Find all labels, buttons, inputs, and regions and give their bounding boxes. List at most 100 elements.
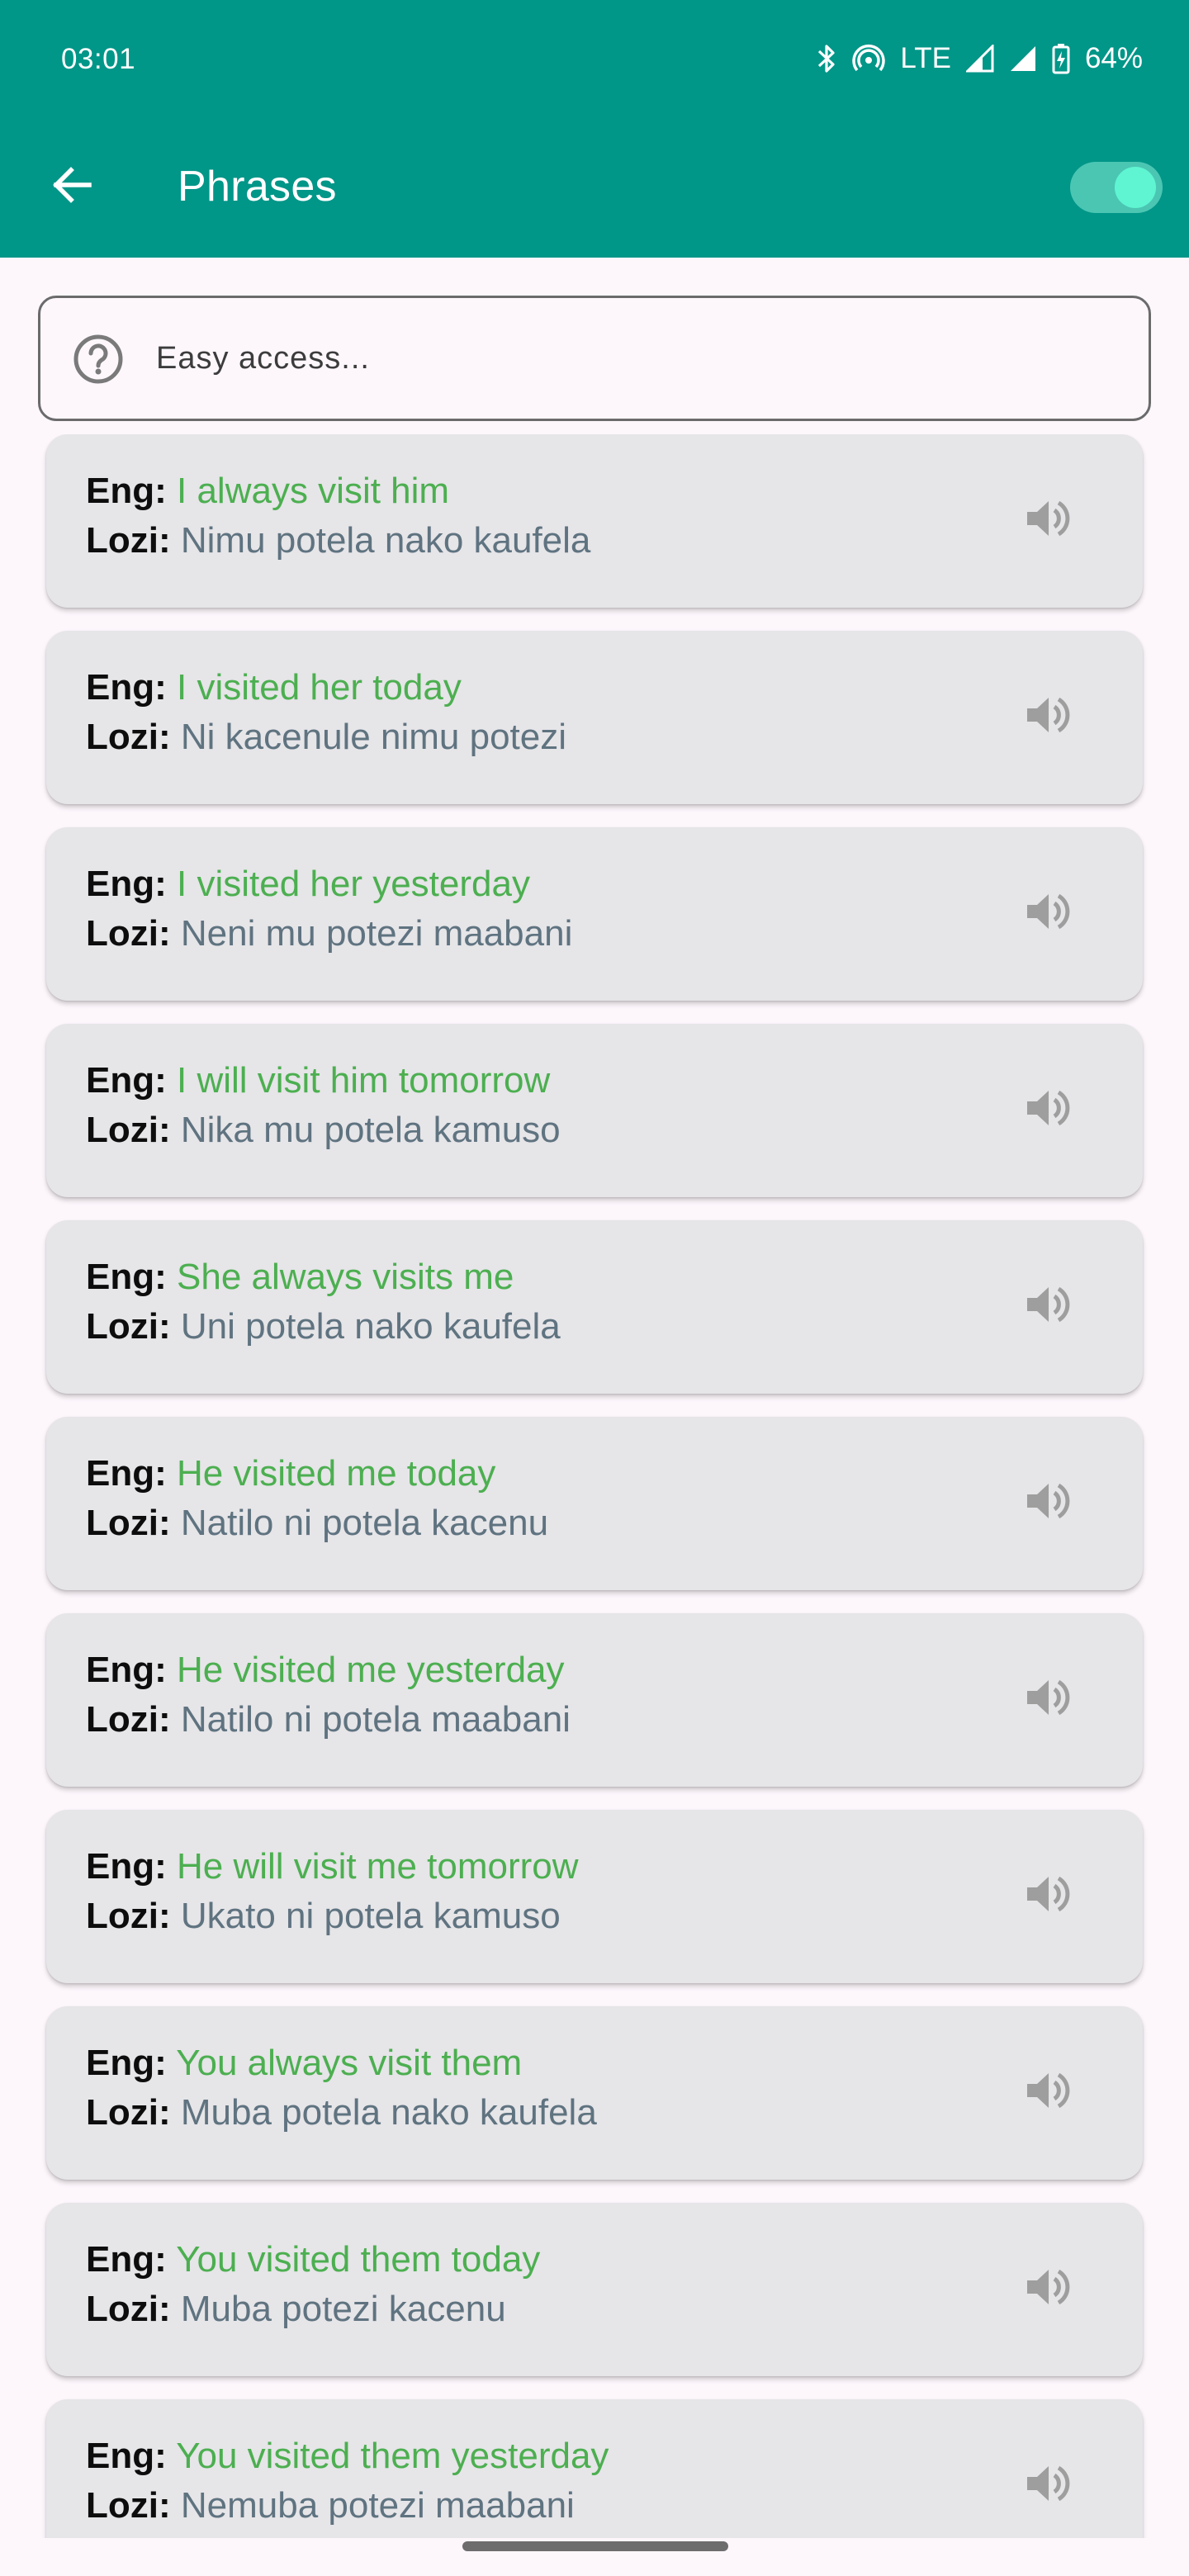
phrase-card[interactable]: Eng: You visited them yesterday Lozi: Nem… bbox=[46, 2399, 1143, 2538]
lozi-phrase: Natilo ni potela kacenu bbox=[180, 1503, 549, 1543]
play-audio-button[interactable] bbox=[1017, 2062, 1077, 2122]
play-audio-button[interactable] bbox=[1017, 490, 1077, 550]
english-phrase: I will visit him tomorrow bbox=[177, 1060, 551, 1101]
english-phrase: I visited her today bbox=[177, 667, 462, 708]
phrase-card[interactable]: Eng: He will visit me tomorrow Lozi: Ukat… bbox=[46, 1810, 1143, 1983]
speaker-icon bbox=[1021, 1278, 1073, 1335]
english-line: Eng: You visited them yesterday bbox=[86, 2436, 609, 2477]
lozi-label: Lozi: bbox=[86, 1699, 171, 1740]
play-audio-button[interactable] bbox=[1017, 1669, 1077, 1729]
lozi-label: Lozi: bbox=[86, 1896, 171, 1936]
phrase-card[interactable]: Eng: She always visits me Lozi: Uni potel… bbox=[46, 1220, 1143, 1394]
english-phrase: You visited them today bbox=[176, 2239, 541, 2280]
play-audio-button[interactable] bbox=[1017, 1080, 1077, 1139]
lozi-phrase: Ukato ni potela kamuso bbox=[180, 1896, 561, 1936]
speaker-icon bbox=[1021, 1868, 1073, 1925]
play-audio-button[interactable] bbox=[1017, 2455, 1077, 2515]
phrase-card[interactable]: Eng: I will visit him tomorrow Lozi: Nika… bbox=[46, 1024, 1143, 1197]
english-phrase: I always visit him bbox=[177, 471, 450, 511]
lozi-phrase: Uni potela nako kaufela bbox=[180, 1306, 561, 1347]
english-line: Eng: He visited me yesterday bbox=[86, 1650, 565, 1691]
eng-label: Eng: bbox=[86, 1257, 167, 1297]
lozi-line: Lozi: Ni kacenule nimu potezi bbox=[86, 717, 566, 758]
eng-label: Eng: bbox=[86, 471, 167, 511]
english-line: Eng: She always visits me bbox=[86, 1257, 514, 1298]
mode-toggle[interactable] bbox=[1070, 162, 1163, 213]
battery-level: 64% bbox=[1084, 42, 1143, 74]
english-line: Eng: He visited me today bbox=[86, 1453, 495, 1494]
play-audio-button[interactable] bbox=[1017, 2259, 1077, 2318]
play-audio-button[interactable] bbox=[1017, 1866, 1077, 1925]
lozi-label: Lozi: bbox=[86, 913, 171, 954]
lozi-line: Lozi: Ukato ni potela kamuso bbox=[86, 1896, 561, 1937]
status-bar: 03:01 LTE 64% bbox=[0, 0, 1189, 119]
app-bar: Phrases bbox=[0, 119, 1189, 258]
speaker-icon bbox=[1021, 1082, 1073, 1139]
lozi-label: Lozi: bbox=[86, 717, 171, 757]
lozi-phrase: Natilo ni potela maabani bbox=[180, 1699, 571, 1740]
speaker-icon bbox=[1021, 885, 1073, 942]
lozi-phrase: Muba potezi kacenu bbox=[180, 2289, 506, 2329]
speaker-icon bbox=[1021, 689, 1073, 746]
lozi-line: Lozi: Muba potela nako kaufela bbox=[86, 2092, 597, 2133]
status-icons: LTE 64% bbox=[816, 38, 1143, 79]
english-phrase: You visited them yesterday bbox=[176, 2436, 609, 2476]
phrase-list[interactable]: Eng: I always visit him Lozi: Nimu potela… bbox=[0, 434, 1189, 2538]
arrow-left-icon bbox=[48, 162, 94, 212]
speaker-icon bbox=[1021, 1475, 1073, 1532]
back-button[interactable] bbox=[35, 150, 107, 223]
eng-label: Eng: bbox=[86, 1453, 167, 1494]
play-audio-button[interactable] bbox=[1017, 687, 1077, 746]
phrase-card[interactable]: Eng: You always visit them Lozi: Muba pot… bbox=[46, 2006, 1143, 2180]
lozi-line: Lozi: Neni mu potezi maabani bbox=[86, 913, 572, 954]
english-phrase: She always visits me bbox=[177, 1257, 514, 1297]
phrase-card[interactable]: Eng: I visited her today Lozi: Ni kacenul… bbox=[46, 631, 1143, 804]
phrase-card[interactable]: Eng: I visited her yesterday Lozi: Neni m… bbox=[46, 827, 1143, 1001]
english-line: Eng: He will visit me tomorrow bbox=[86, 1846, 579, 1887]
battery-charging-icon bbox=[1052, 43, 1070, 74]
play-audio-button[interactable] bbox=[1017, 1276, 1077, 1336]
english-line: Eng: I visited her yesterday bbox=[86, 864, 530, 905]
english-line: Eng: I visited her today bbox=[86, 667, 462, 708]
home-indicator[interactable] bbox=[462, 2541, 728, 2551]
eng-label: Eng: bbox=[86, 1846, 167, 1887]
phrase-card[interactable]: Eng: He visited me yesterday Lozi: Natilo… bbox=[46, 1613, 1143, 1787]
lozi-line: Lozi: Natilo ni potela maabani bbox=[86, 1699, 571, 1740]
hotspot-icon bbox=[852, 42, 886, 75]
bluetooth-icon bbox=[816, 42, 837, 75]
speaker-icon bbox=[1021, 2457, 1073, 2514]
eng-label: Eng: bbox=[86, 1060, 167, 1101]
speaker-icon bbox=[1021, 2261, 1073, 2318]
eng-label: Eng: bbox=[86, 864, 167, 904]
top-header: 03:01 LTE 64% Phrases bbox=[0, 0, 1189, 258]
phrase-card[interactable]: Eng: You visited them today Lozi: Muba po… bbox=[46, 2203, 1143, 2376]
lozi-label: Lozi: bbox=[86, 2289, 171, 2329]
lozi-line: Lozi: Nemuba potezi maabani bbox=[86, 2485, 575, 2526]
search-input[interactable] bbox=[156, 331, 1106, 386]
phrase-card[interactable]: Eng: I always visit him Lozi: Nimu potela… bbox=[46, 434, 1143, 608]
lozi-line: Lozi: Nimu potela nako kaufela bbox=[86, 520, 590, 561]
signal-icon bbox=[965, 45, 994, 73]
english-line: Eng: You visited them today bbox=[86, 2239, 540, 2280]
lozi-line: Lozi: Nika mu potela kamuso bbox=[86, 1110, 561, 1151]
eng-label: Eng: bbox=[86, 2436, 167, 2476]
play-audio-button[interactable] bbox=[1017, 883, 1077, 943]
play-audio-button[interactable] bbox=[1017, 1473, 1077, 1532]
english-phrase: He will visit me tomorrow bbox=[177, 1846, 579, 1887]
lozi-line: Lozi: Muba potezi kacenu bbox=[86, 2289, 506, 2330]
english-phrase: He visited me yesterday bbox=[177, 1650, 565, 1690]
speaker-icon bbox=[1021, 492, 1073, 549]
search-field[interactable] bbox=[38, 296, 1151, 421]
eng-label: Eng: bbox=[86, 2239, 167, 2280]
lozi-label: Lozi: bbox=[86, 520, 171, 561]
lozi-label: Lozi: bbox=[86, 1110, 171, 1150]
status-time: 03:01 bbox=[61, 43, 136, 75]
lozi-label: Lozi: bbox=[86, 1306, 171, 1347]
english-line: Eng: You always visit them bbox=[86, 2043, 522, 2084]
network-type: LTE bbox=[900, 42, 951, 74]
english-line: Eng: I always visit him bbox=[86, 471, 449, 512]
lozi-phrase: Muba potela nako kaufela bbox=[180, 2092, 597, 2133]
lozi-line: Lozi: Uni potela nako kaufela bbox=[86, 1306, 561, 1347]
lozi-line: Lozi: Natilo ni potela kacenu bbox=[86, 1503, 548, 1544]
phrase-card[interactable]: Eng: He visited me today Lozi: Natilo ni … bbox=[46, 1417, 1143, 1590]
